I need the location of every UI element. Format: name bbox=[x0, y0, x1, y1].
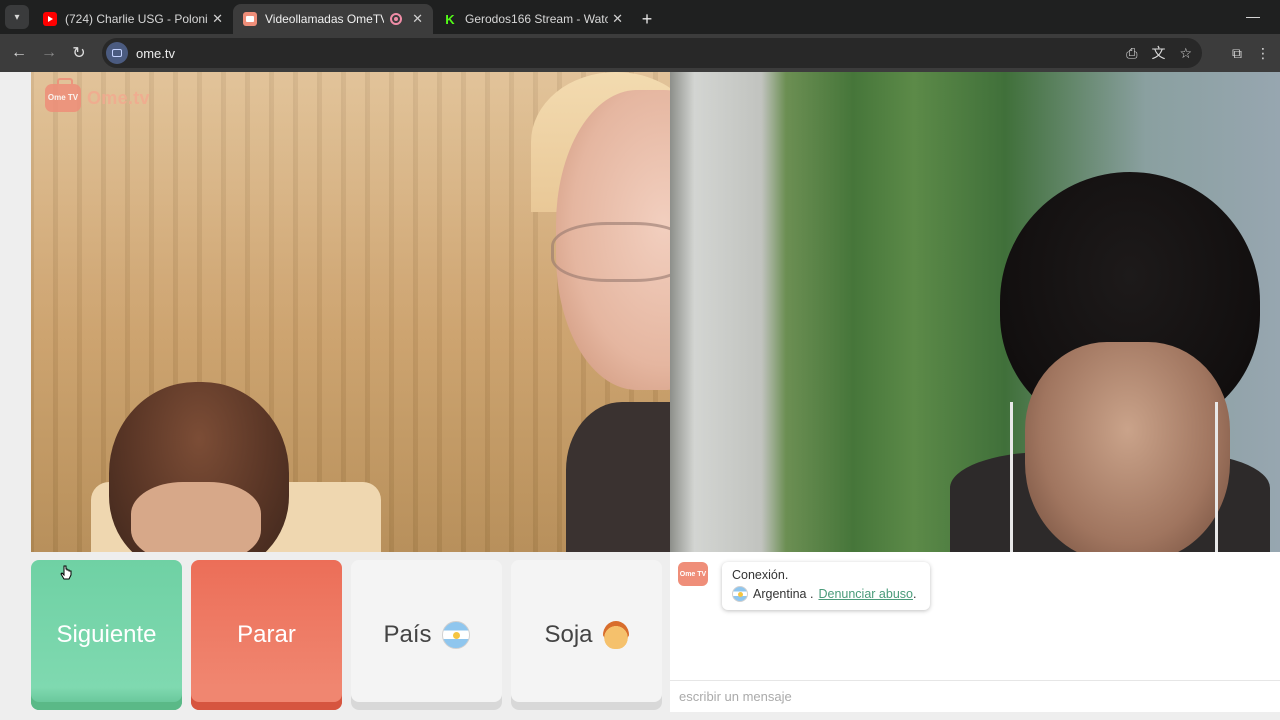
close-tab-icon[interactable]: ✕ bbox=[412, 11, 423, 27]
minimize-window-button[interactable]: — bbox=[1246, 8, 1260, 24]
country-filter-button[interactable]: País bbox=[351, 560, 502, 710]
tab-kick[interactable]: K Gerodos166 Stream - Watch Liv ✕ bbox=[433, 4, 633, 34]
report-suffix: . bbox=[912, 587, 917, 601]
tab-title: Videollamadas OmeTV — A bbox=[265, 12, 385, 26]
tab-search-button[interactable]: ▾ bbox=[5, 5, 29, 29]
gender-filter-button[interactable]: Soja bbox=[511, 560, 662, 710]
country-label: País bbox=[383, 621, 432, 648]
forward-button[interactable]: → bbox=[34, 38, 64, 68]
tab-youtube[interactable]: (724) Charlie USG - Polonia (Lyr ✕ bbox=[33, 4, 233, 34]
reload-button[interactable]: ↻ bbox=[64, 38, 94, 68]
ometv-avatar-icon: Ome TV bbox=[678, 562, 708, 586]
message-input[interactable] bbox=[679, 689, 1269, 704]
person-girl-body bbox=[566, 402, 670, 552]
argentina-flag-icon bbox=[441, 621, 470, 649]
close-tab-icon[interactable]: ✕ bbox=[612, 11, 623, 27]
url-text: ome.tv bbox=[136, 45, 176, 61]
earphone-cable bbox=[1010, 402, 1013, 552]
ometv-logo: Ome TV Ome.tv bbox=[45, 84, 150, 112]
site-info-icon[interactable] bbox=[106, 42, 128, 64]
person-man bbox=[1025, 342, 1230, 552]
recording-icon bbox=[390, 13, 403, 25]
system-message: Conexión. Argentina . Denunciar abuso. bbox=[722, 562, 930, 610]
bookmark-star-icon[interactable]: ☆ bbox=[1179, 45, 1192, 62]
close-tab-icon[interactable]: ✕ bbox=[212, 11, 223, 27]
tab-ometv[interactable]: Videollamadas OmeTV — A ✕ bbox=[233, 4, 433, 34]
chat-panel: Ome TV Conexión. Argentina . Denunciar a… bbox=[670, 552, 1280, 712]
ometv-tv-icon: Ome TV bbox=[45, 84, 81, 112]
connection-text: Conexión. bbox=[732, 568, 789, 582]
address-bar[interactable]: ome.tv ⎙ 文 ☆ bbox=[102, 38, 1202, 68]
chat-input-row bbox=[670, 680, 1280, 712]
report-abuse-link[interactable]: Denunciar abuso bbox=[818, 587, 913, 601]
stop-button[interactable]: Parar bbox=[191, 560, 342, 710]
country-name: Argentina . bbox=[753, 587, 814, 601]
translate-icon[interactable]: 文 bbox=[1151, 43, 1165, 63]
glasses bbox=[551, 222, 670, 282]
earphone-cable bbox=[1215, 402, 1218, 552]
argentina-flag-icon bbox=[732, 586, 748, 602]
menu-icon[interactable]: ⋮ bbox=[1256, 45, 1270, 62]
install-app-icon[interactable]: ⎙ bbox=[1126, 45, 1137, 62]
tab-title: (724) Charlie USG - Polonia (Lyr bbox=[65, 12, 208, 26]
browser-toolbar: ← → ↻ ome.tv ⎙ 文 ☆ ⧉ ⋮ bbox=[0, 34, 1280, 72]
youtube-icon bbox=[43, 12, 57, 26]
extensions-icon[interactable]: ⧉ bbox=[1232, 45, 1242, 62]
tab-strip: ▾ (724) Charlie USG - Polonia (Lyr ✕ Vid… bbox=[0, 0, 1280, 34]
new-tab-button[interactable]: + bbox=[633, 4, 661, 34]
kick-icon: K bbox=[443, 12, 457, 27]
gender-label: Soja bbox=[544, 621, 593, 648]
stop-button-label: Parar bbox=[237, 621, 296, 648]
ometv-icon bbox=[243, 12, 257, 26]
back-button[interactable]: ← bbox=[4, 38, 34, 68]
hand-cursor-icon bbox=[60, 565, 72, 580]
boy-emoji-icon bbox=[602, 621, 629, 649]
partner-video: Ome TV Ome.tv bbox=[31, 72, 670, 552]
page-content: Ome TV Ome.tv Siguiente Parar País Soja … bbox=[0, 72, 1280, 720]
tab-title: Gerodos166 Stream - Watch Liv bbox=[465, 12, 609, 26]
next-button[interactable]: Siguiente bbox=[31, 560, 182, 710]
person-boy-face bbox=[131, 482, 261, 552]
logo-text: Ome.tv bbox=[87, 87, 150, 108]
self-video bbox=[670, 72, 1280, 552]
next-button-label: Siguiente bbox=[56, 621, 157, 648]
